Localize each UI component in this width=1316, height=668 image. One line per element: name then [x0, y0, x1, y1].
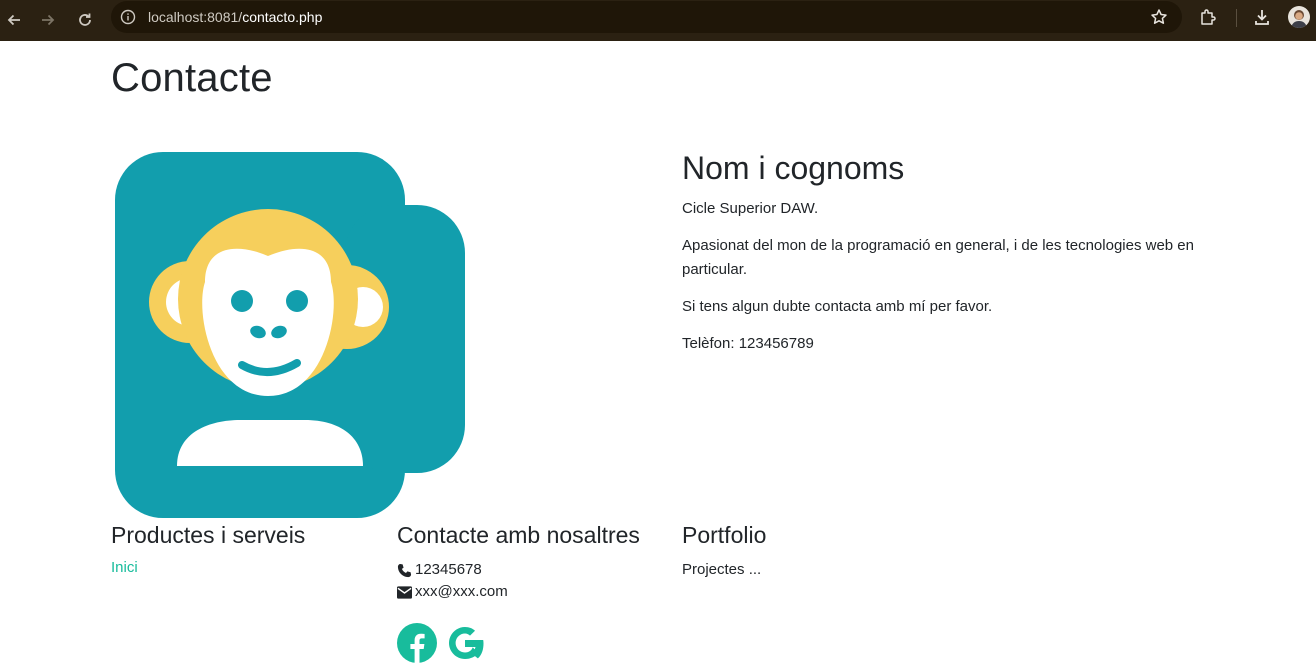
forward-arrow-icon[interactable]	[35, 7, 61, 33]
profile-line-contact: Si tens algun dubte contacta amb mí per …	[682, 298, 993, 315]
extensions-icon[interactable]	[1198, 7, 1218, 32]
profile-name: Nom i cognoms	[682, 150, 905, 186]
back-arrow-icon[interactable]	[1, 7, 27, 33]
profile-line-bio: Apasionat del mon de la programació en g…	[682, 237, 1194, 278]
phone-icon	[397, 563, 412, 577]
page-title: Contacte	[111, 56, 273, 100]
reload-icon[interactable]	[72, 7, 98, 33]
toolbar-separator	[1236, 9, 1237, 27]
email-address: xxx@xxx.com	[415, 583, 508, 600]
products-heading: Productes i serveis	[111, 522, 306, 548]
address-bar[interactable]: localhost:8081/contacto.php	[111, 1, 1182, 33]
contact-heading: Contacte amb nosaltres	[397, 522, 640, 548]
url-path: contacto.php	[242, 9, 323, 25]
phone-number: 12345678	[415, 561, 482, 578]
portfolio-heading: Portfolio	[682, 522, 767, 548]
profile-line-phone: Telèfon: 123456789	[682, 335, 814, 352]
google-icon[interactable]	[445, 623, 485, 663]
star-icon[interactable]	[1150, 8, 1168, 31]
home-link[interactable]: Inici	[111, 559, 138, 576]
footer-portfolio: Portfolio Projectes ...	[682, 522, 766, 581]
browser-toolbar: localhost:8081/contacto.php	[0, 0, 1316, 41]
url-host: localhost:8081/	[148, 9, 243, 25]
profile-section: Nom i cognoms Cicle Superior DAW. Apasio…	[682, 150, 1202, 369]
profile-line-course: Cicle Superior DAW.	[682, 200, 819, 217]
download-icon[interactable]	[1252, 7, 1272, 32]
contact-phone: 12345678	[397, 559, 640, 581]
facebook-icon[interactable]	[397, 623, 437, 663]
social-links	[397, 623, 640, 663]
portfolio-text: Projectes ...	[682, 561, 762, 578]
monkey-avatar-icon	[115, 152, 467, 525]
url-text: localhost:8081/contacto.php	[148, 9, 322, 25]
profile-avatar[interactable]	[1288, 6, 1310, 28]
info-icon[interactable]	[120, 9, 136, 30]
footer-products: Productes i serveis Inici	[111, 522, 305, 577]
contact-email: xxx@xxx.com	[397, 581, 640, 603]
footer-contact: Contacte amb nosaltres 12345678 xxx@xxx.…	[397, 522, 640, 663]
envelope-icon	[397, 585, 412, 599]
